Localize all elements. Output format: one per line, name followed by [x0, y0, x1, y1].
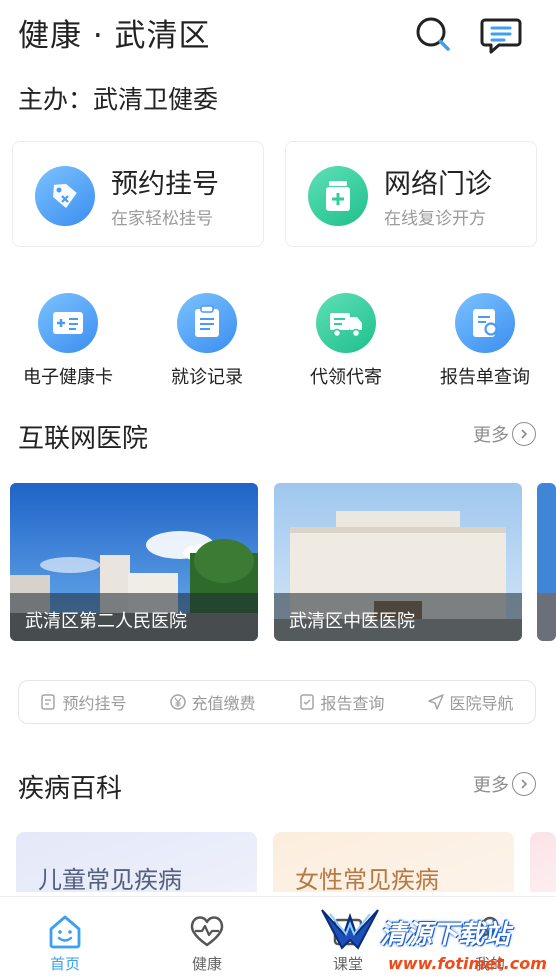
service-label: 报告查询	[320, 694, 385, 713]
disease-card-partial[interactable]	[530, 832, 556, 892]
hospital-name: 武清区中医医院	[274, 593, 522, 641]
report-search-icon	[455, 293, 515, 353]
watermark-text: 清源下载站	[380, 920, 511, 950]
watermark-logo-icon	[321, 909, 379, 950]
card-title: 网络门诊	[384, 169, 492, 200]
tab-label: 首页	[49, 955, 80, 973]
hospital-card-tcm[interactable]: 武清区中医医院	[274, 483, 522, 641]
yen-icon	[170, 694, 187, 710]
chevron-right-icon	[512, 772, 536, 796]
tab-home[interactable]: 首页	[15, 897, 115, 976]
disease-encyclopedia-title: 疾病百科	[18, 774, 123, 804]
medicine-icon	[308, 166, 368, 226]
service-label: 预约挂号	[62, 694, 127, 713]
more-label: 更多	[473, 775, 509, 796]
home-smile-icon	[45, 911, 85, 951]
disease-more[interactable]: 更多	[473, 771, 536, 797]
sponsor-text: 主办：武清卫健委	[18, 85, 219, 114]
card-subtitle: 在家轻松挂号	[111, 209, 213, 229]
service-report[interactable]: 报告查询	[277, 690, 406, 714]
card-title: 预约挂号	[111, 169, 219, 200]
quick-action-delivery[interactable]: 代领代寄	[291, 293, 401, 393]
service-recharge[interactable]: 充值缴费	[148, 690, 277, 714]
service-label: 充值缴费	[191, 694, 256, 713]
internet-hospital-title: 互联网医院	[18, 424, 149, 454]
service-appointment[interactable]: 预约挂号	[19, 690, 148, 714]
delivery-truck-icon	[316, 293, 376, 353]
message-icon[interactable]	[480, 14, 522, 54]
hospital-services-bar: 预约挂号 充值缴费 报告查询 医院导航	[18, 680, 536, 724]
search-icon[interactable]	[413, 14, 453, 54]
quick-action-label: 报告单查询	[440, 367, 530, 388]
disease-card-women[interactable]: 女性常见疾病	[273, 832, 514, 892]
watermark-url: www.fotimet.com	[388, 954, 547, 973]
hospital-card-partial[interactable]	[537, 483, 556, 641]
internet-hospital-more[interactable]: 更多	[473, 421, 536, 447]
tab-health[interactable]: 健康	[157, 897, 257, 976]
tab-label: 健康	[191, 955, 222, 973]
appointment-card[interactable]: 预约挂号 在家轻松挂号	[12, 141, 264, 247]
page-title: 健康 · 武清区	[18, 18, 211, 54]
chevron-right-icon	[512, 422, 536, 446]
quick-action-label: 代领代寄	[310, 367, 382, 388]
disease-card-title: 儿童常见疾病	[38, 866, 182, 892]
quick-action-label: 就诊记录	[171, 367, 243, 388]
heart-pulse-icon	[187, 911, 227, 951]
navigation-icon	[428, 694, 445, 710]
hospital-name: 武清区第二人民医院	[10, 593, 258, 641]
quick-action-report-query[interactable]: 报告单查询	[430, 293, 540, 393]
card-subtitle: 在线复诊开方	[384, 209, 486, 229]
report-check-icon	[300, 694, 315, 710]
disease-card-title: 女性常见疾病	[295, 866, 439, 892]
quick-action-health-card[interactable]: 电子健康卡	[13, 293, 123, 393]
online-clinic-card[interactable]: 网络门诊 在线复诊开方	[285, 141, 537, 247]
quick-action-visit-records[interactable]: 就诊记录	[152, 293, 262, 393]
more-label: 更多	[473, 425, 509, 446]
clipboard-icon	[177, 293, 237, 353]
hospital-card-second-peoples[interactable]: 武清区第二人民医院	[10, 483, 258, 641]
hospital-photo	[537, 483, 556, 641]
service-navigation[interactable]: 医院导航	[406, 690, 535, 714]
quick-action-label: 电子健康卡	[23, 367, 113, 388]
disease-card-children[interactable]: 儿童常见疾病	[16, 832, 257, 892]
health-card-icon	[38, 293, 98, 353]
tag-icon	[35, 166, 95, 226]
site-watermark: 清源下载站 www.fotimet.com	[318, 900, 556, 976]
service-label: 医院导航	[449, 694, 514, 713]
app-header: 健康 · 武清区	[0, 0, 556, 70]
register-icon	[41, 694, 56, 710]
